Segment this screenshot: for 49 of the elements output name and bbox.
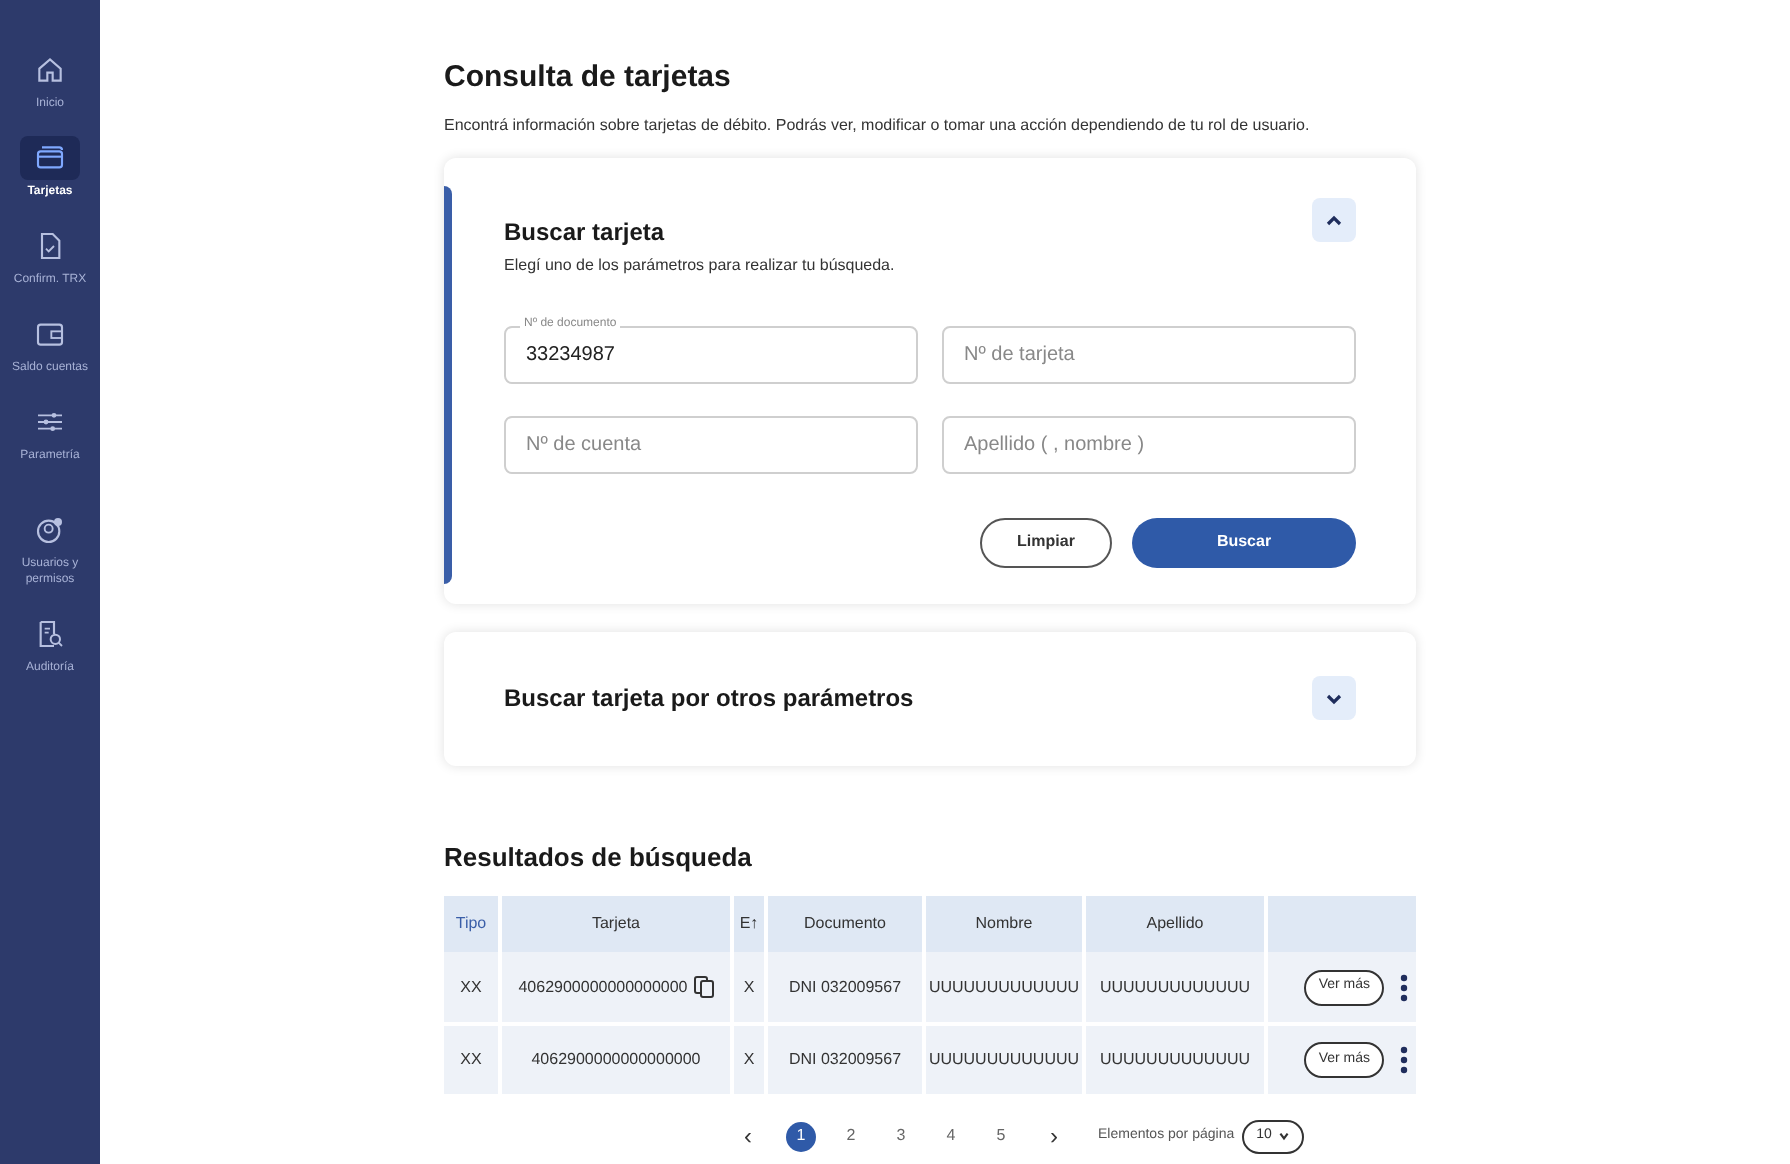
table-cell: UUUUUUUUUUUUU — [928, 1048, 1080, 1072]
toggle-button[interactable] — [1312, 676, 1356, 720]
nav-item[interactable] — [20, 136, 80, 180]
card-title: Buscar tarjeta — [504, 215, 667, 249]
column-header: Tarjeta — [591, 914, 640, 932]
previous-page-button[interactable]: ‹ — [744, 1118, 752, 1154]
table-cell: UUUUUUUUUUUUU — [1099, 1048, 1251, 1072]
column-header: Tipo — [455, 914, 487, 932]
input-field[interactable]: Nº de tarjeta — [942, 325, 1356, 383]
table-cell: DNI 032009567 — [788, 975, 902, 999]
column-header: Nombre — [975, 914, 1033, 932]
table-cell: X — [743, 975, 755, 999]
table-cell: XX — [460, 1048, 482, 1072]
table-cell: DNI 032009567 — [788, 1048, 902, 1072]
table-cell: UUUUUUUUUUUUU — [928, 975, 1080, 999]
column-header: E↑ — [739, 914, 759, 932]
card-icon — [34, 142, 66, 174]
card-title: Buscar tarjeta por otros parámetros — [504, 682, 914, 716]
more-icon[interactable] — [1400, 973, 1408, 1001]
input-field[interactable]: Apellido ( , nombre ) — [942, 415, 1356, 473]
table-cell: 4062900000000000000 — [518, 975, 688, 999]
input-field[interactable]: Nº de cuenta — [504, 415, 918, 473]
more-icon[interactable] — [1400, 1046, 1408, 1074]
column-header: Documento — [804, 914, 886, 932]
page-title: Consulta de tarjetas — [444, 58, 733, 98]
clear-button[interactable]: Limpiar — [980, 517, 1112, 567]
user-icon — [34, 514, 66, 546]
page-button[interactable]: 5 — [986, 1121, 1016, 1151]
toggle-button[interactable] — [1312, 197, 1356, 241]
table-cell: 4062900000000000000 — [531, 1048, 701, 1072]
page-subtitle: Encontrá información sobre tarjetas de débito. Podrás ver, modificar o tomar una acción dependiendo de tu rol de usuario. — [444, 113, 1312, 137]
chevron-down-icon — [1277, 1130, 1290, 1142]
home-icon — [34, 54, 66, 86]
table-cell: X — [743, 1048, 755, 1072]
page-button[interactable]: 1 — [786, 1121, 816, 1151]
copy-icon[interactable] — [693, 976, 714, 998]
page-button[interactable]: 2 — [836, 1121, 866, 1151]
card-subtitle: Elegí uno de los parámetros para realizar tu búsqueda. — [504, 253, 895, 277]
page-button[interactable]: 4 — [936, 1121, 966, 1151]
column-header: Apellido — [1146, 914, 1204, 932]
table-cell: UUUUUUUUUUUUU — [1099, 975, 1251, 999]
document-search-icon — [34, 618, 66, 650]
wallet-icon — [34, 318, 66, 350]
table-cell: XX — [460, 975, 482, 999]
input-field[interactable]: 33234987 — [504, 325, 918, 383]
results-title: Resultados de búsqueda — [444, 839, 754, 876]
search-button[interactable]: Buscar — [1132, 517, 1356, 567]
next-page-button[interactable]: › — [1050, 1118, 1058, 1154]
page-button[interactable]: 3 — [886, 1121, 916, 1151]
